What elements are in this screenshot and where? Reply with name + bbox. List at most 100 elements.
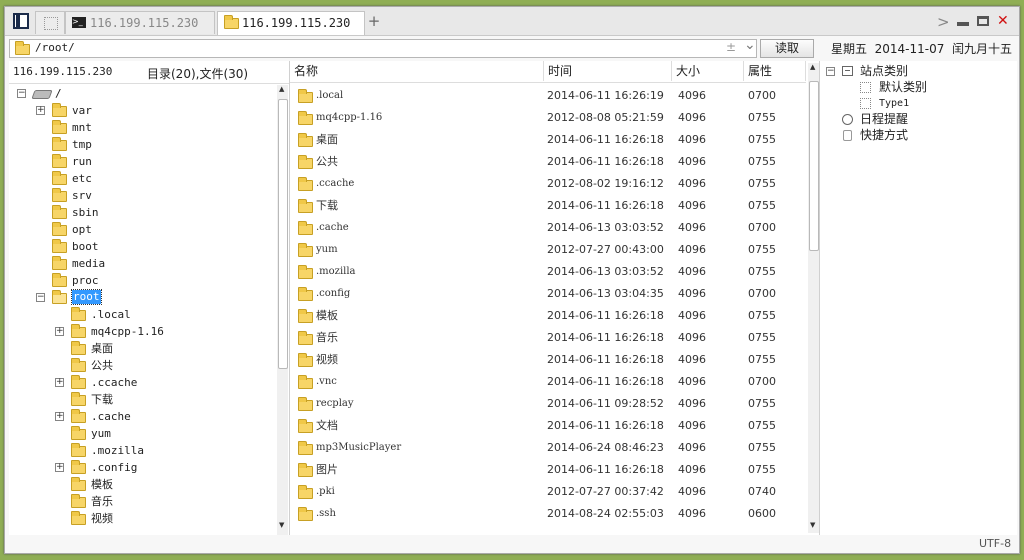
schedule-reminder-label: 日程提醒 (860, 112, 909, 126)
layout-toggle-icon[interactable] (13, 13, 29, 29)
scroll-down-arrow[interactable]: ▼ (810, 521, 815, 529)
tree-item-label: proc (72, 274, 99, 287)
file-row[interactable]: mp3MusicPlayer 2014-06-24 08:46:23 4096 075… (290, 437, 802, 459)
tab-session-1[interactable]: >_ 116.199.115.230 (65, 11, 215, 34)
forward-icon[interactable]: > (937, 13, 950, 31)
tab-blank[interactable] (35, 11, 65, 34)
file-row[interactable]: 音乐 2014-06-11 16:26:18 4096 0755 (290, 327, 802, 349)
minimize-button[interactable] (957, 22, 969, 26)
file-scroll-thumb[interactable] (809, 81, 819, 251)
folder-icon (52, 188, 67, 202)
file-name: 音乐 (316, 331, 338, 344)
file-scrollbar[interactable]: ▲ ▼ (808, 63, 819, 533)
file-time: 2014-06-13 03:03:52 (547, 221, 664, 234)
expand-icon[interactable]: + (36, 106, 45, 115)
column-header[interactable]: 属性 (744, 61, 806, 81)
expand-icon[interactable]: + (55, 378, 64, 387)
file-attr: 0700 (748, 287, 776, 300)
file-row[interactable]: .mozilla 2014-06-13 03:03:52 4096 0755 (290, 261, 802, 283)
file-size: 4096 (678, 287, 706, 300)
file-time: 2014-06-11 16:26:18 (547, 375, 664, 388)
folder-icon (298, 177, 313, 191)
file-name: 模板 (316, 309, 338, 322)
file-row[interactable]: 公共 2014-06-11 16:26:18 4096 0755 (290, 151, 802, 173)
tree-item-label: 视频 (91, 512, 113, 525)
tree-scrollbar[interactable]: ▲ ▼ (277, 85, 288, 535)
expand-icon[interactable]: + (55, 412, 64, 421)
file-name: .cache (316, 222, 349, 233)
file-name: .mozilla (316, 266, 356, 277)
column-header[interactable]: 名称 (290, 61, 544, 81)
folder-icon (71, 409, 86, 423)
file-list-header: 名称 时间 大小 属性 (290, 61, 806, 83)
collapse-icon[interactable]: − (17, 89, 26, 98)
file-name: .ssh (316, 508, 336, 519)
file-attr: 0700 (748, 375, 776, 388)
folder-icon (298, 221, 313, 235)
scroll-up-arrow[interactable]: ▲ (810, 63, 815, 71)
column-header[interactable]: 时间 (544, 61, 672, 81)
file-size: 4096 (678, 155, 706, 168)
folder-icon (71, 341, 86, 355)
collapse-icon[interactable]: − (826, 67, 835, 76)
file-attr: 0755 (748, 265, 776, 278)
file-size: 4096 (678, 177, 706, 190)
tree-scroll-thumb[interactable] (278, 99, 288, 369)
file-row[interactable]: 图片 2014-06-11 16:26:18 4096 0755 (290, 459, 802, 481)
file-name: .vnc (316, 376, 337, 387)
path-input[interactable]: /root/ ± ⌄ (9, 37, 757, 58)
sites-pane: − 站点类别 默认类别 Type1 日程提醒 快捷方式 (819, 61, 1017, 535)
shortcuts-label: 快捷方式 (860, 128, 909, 142)
file-row[interactable]: .pki 2012-07-27 00:37:42 4096 0740 (290, 481, 802, 503)
scroll-up-arrow[interactable]: ▲ (279, 85, 284, 93)
file-row[interactable]: 模板 2014-06-11 16:26:18 4096 0755 (290, 305, 802, 327)
expand-icon[interactable]: + (55, 327, 64, 336)
file-row[interactable]: 桌面 2014-06-11 16:26:18 4096 0755 (290, 129, 802, 151)
file-row[interactable]: .config 2014-06-13 03:04:35 4096 0700 (290, 283, 802, 305)
expand-icon[interactable]: + (55, 463, 64, 472)
file-size: 4096 (678, 331, 706, 344)
tree-root-label: / (55, 87, 62, 100)
tree-item-label: .cache (91, 410, 131, 423)
file-row[interactable]: 文档 2014-06-11 16:26:18 4096 0755 (290, 415, 802, 437)
file-row[interactable]: mq4cpp-1.16 2012-08-08 05:21:59 4096 0755 (290, 107, 802, 129)
tab-session-2[interactable]: 116.199.115.230 (217, 11, 365, 35)
file-row[interactable]: .cache 2014-06-13 03:03:52 4096 0700 (290, 217, 802, 239)
chevron-down-icon[interactable]: ⌄ (744, 37, 756, 53)
close-button[interactable]: ✕ (997, 13, 1011, 29)
column-header[interactable]: 大小 (672, 61, 744, 81)
folder-icon (52, 120, 67, 134)
file-list-pane: 名称 时间 大小 属性 .local 2014-06-11 16:26:19 4096 07… (289, 61, 819, 535)
file-row[interactable]: yum 2012-07-27 00:43:00 4096 0755 (290, 239, 802, 261)
tree-item-label: 音乐 (91, 495, 113, 508)
file-name: mp3MusicPlayer (316, 442, 402, 453)
file-attr: 0755 (748, 353, 776, 366)
file-size: 4096 (678, 353, 706, 366)
scroll-down-arrow[interactable]: ▼ (279, 521, 284, 529)
file-row[interactable]: recplay 2014-06-11 09:28:52 4096 0755 (290, 393, 802, 415)
folder-icon (71, 392, 86, 406)
file-row[interactable]: 下载 2014-06-11 16:26:18 4096 0755 (290, 195, 802, 217)
file-row[interactable]: .ccache 2012-08-02 19:16:12 4096 0755 (290, 173, 802, 195)
folder-icon (52, 239, 67, 253)
file-size: 4096 (678, 265, 706, 278)
file-row[interactable]: 视频 2014-06-11 16:26:18 4096 0755 (290, 349, 802, 371)
file-attr: 0755 (748, 309, 776, 322)
tree-item-label: .mozilla (91, 444, 144, 457)
path-plus-minus-icon[interactable]: ± (726, 40, 736, 54)
file-row[interactable]: .ssh 2014-08-24 02:55:03 4096 0600 (290, 503, 802, 525)
file-time: 2014-06-11 16:26:18 (547, 419, 664, 432)
file-time: 2014-06-24 08:46:23 (547, 441, 664, 454)
file-size: 4096 (678, 397, 706, 410)
read-button[interactable]: 读取 (760, 39, 814, 58)
add-tab-button[interactable]: + (367, 14, 381, 29)
file-row[interactable]: .local 2014-06-11 16:26:19 4096 0700 (290, 85, 802, 107)
file-row[interactable]: .vnc 2014-06-11 16:26:18 4096 0700 (290, 371, 802, 393)
file-size: 4096 (678, 133, 706, 146)
maximize-button[interactable] (977, 16, 989, 26)
tree-item-label: .ccache (91, 376, 138, 389)
collapse-icon[interactable]: − (36, 293, 45, 302)
file-size: 4096 (678, 111, 706, 124)
folder-icon (298, 375, 313, 389)
tree-item-label: boot (72, 240, 99, 253)
